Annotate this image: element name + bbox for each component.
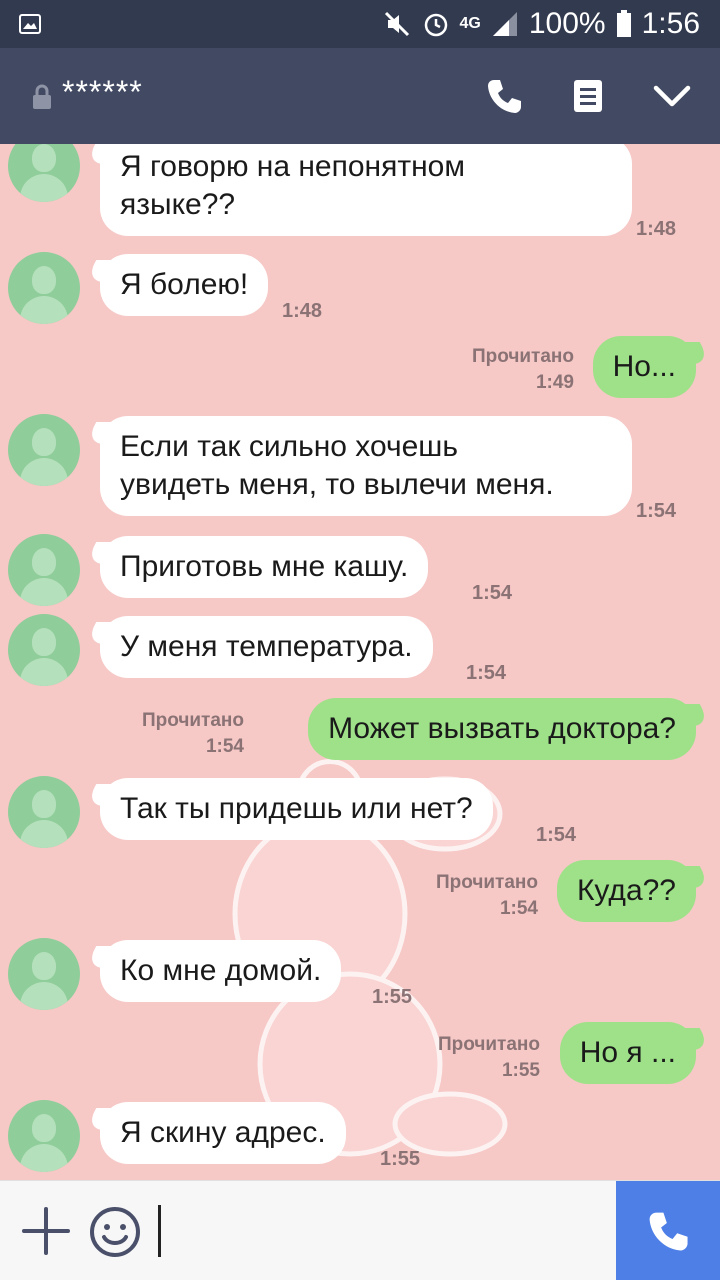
read-receipt: Прочитано 1:54 — [436, 870, 538, 922]
message-time: 1:55 — [372, 986, 413, 1008]
message-input-bar — [0, 1180, 720, 1280]
message-text: Куда?? — [576, 874, 676, 907]
message-text: Ко мне домой. — [120, 954, 322, 987]
phone-icon — [488, 80, 521, 113]
message-time: 1:54 — [466, 662, 507, 684]
phone-icon — [649, 1212, 688, 1251]
message-text: Приготовь мне кашу. — [120, 550, 409, 583]
message-text: Но я ... — [579, 1036, 676, 1069]
status-bar: 4G 100% 1:56 — [0, 0, 720, 48]
voice-call-button[interactable] — [616, 1181, 720, 1280]
image-icon — [19, 14, 41, 34]
message-bubble[interactable]: Куда?? — [556, 860, 696, 922]
message-bubble[interactable]: Я скину адрес. — [100, 1102, 346, 1164]
alarm-icon — [422, 10, 450, 38]
text-caret — [158, 1205, 161, 1257]
clock: 1:56 — [641, 7, 700, 40]
message-bubble[interactable]: Ко мне домой. — [100, 940, 342, 1002]
battery-percent: 100% — [528, 7, 606, 40]
avatar[interactable] — [8, 938, 80, 1010]
plus-icon[interactable] — [20, 1205, 72, 1257]
message-bubble[interactable]: Я болею! — [100, 254, 269, 316]
message-time: 1:54 — [536, 824, 577, 846]
chevron-down-icon — [653, 85, 691, 107]
message-bubble[interactable]: Так ты придешь или нет? — [100, 778, 493, 840]
message-text: Так ты придешь или нет? — [120, 792, 473, 825]
avatar[interactable] — [8, 1100, 80, 1172]
signal-icon — [491, 10, 519, 38]
message-bubble[interactable]: Я говорю на непонятном языке?? — [100, 144, 632, 236]
message-time: 1:55 — [380, 1148, 421, 1170]
call-button[interactable] — [480, 72, 528, 120]
avatar[interactable] — [8, 252, 80, 324]
read-label: Прочитано — [435, 872, 538, 893]
read-label: Прочитано — [437, 1034, 540, 1055]
read-receipt: Прочитано 1:54 — [142, 708, 244, 760]
message-bubble[interactable]: Но я ... — [559, 1022, 696, 1084]
read-receipt: Прочитано 1:49 — [472, 344, 574, 396]
message-text: Я болею! — [120, 268, 249, 301]
avatar[interactable] — [8, 776, 80, 848]
message-bubble[interactable]: Приготовь мне кашу. — [100, 536, 429, 598]
chat-area[interactable]: Я говорю на непонятном языке?? 1:48 Я бо… — [0, 144, 720, 1180]
chat-header: ****** — [0, 48, 720, 144]
emoji-icon[interactable] — [88, 1205, 142, 1259]
message-time: 1:49 — [535, 372, 574, 393]
read-label: Прочитано — [141, 710, 244, 731]
message-text: Может вызвать доктора? — [328, 712, 676, 745]
message-bubble[interactable]: Если так сильно хочешь увидеть меня, то … — [100, 416, 632, 516]
message-text: Но... — [612, 350, 676, 383]
message-text: Я говорю на непонятном — [120, 150, 465, 183]
message-text: У меня температура. — [120, 630, 413, 663]
message-time: 1:48 — [282, 300, 323, 322]
read-receipt: Прочитано 1:55 — [438, 1032, 540, 1084]
lock-icon — [33, 84, 51, 109]
message-text: Если так сильно хочешь — [120, 430, 458, 463]
message-time: 1:54 — [205, 736, 244, 757]
message-text: увидеть меня, то вылечи меня. — [120, 468, 554, 501]
battery-icon — [616, 10, 632, 38]
avatar[interactable] — [8, 144, 80, 202]
message-time: 1:55 — [501, 1060, 540, 1081]
message-time: 1:48 — [636, 218, 677, 240]
avatar[interactable] — [8, 614, 80, 686]
message-text: языке?? — [120, 188, 236, 221]
message-bubble[interactable]: Но... — [592, 336, 696, 398]
message-text: Я скину адрес. — [120, 1116, 326, 1149]
message-time: 1:54 — [636, 500, 677, 522]
message-time: 1:54 — [472, 582, 513, 604]
read-label: Прочитано — [471, 346, 574, 367]
mute-icon — [382, 9, 412, 39]
note-icon — [574, 80, 602, 112]
menu-button[interactable] — [648, 72, 696, 120]
message-time: 1:54 — [499, 898, 538, 919]
network-label: 4G — [459, 15, 481, 32]
avatar[interactable] — [8, 414, 80, 486]
chat-title: ****** — [62, 74, 143, 110]
message-bubble[interactable]: У меня температура. — [100, 616, 433, 678]
avatar[interactable] — [8, 534, 80, 606]
notes-button[interactable] — [564, 72, 612, 120]
message-input[interactable] — [150, 1203, 600, 1259]
message-bubble[interactable]: Может вызвать доктора? — [308, 698, 696, 760]
